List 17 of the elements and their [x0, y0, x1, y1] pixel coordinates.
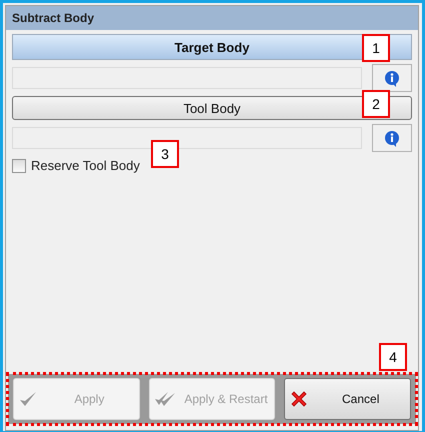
window-title: Subtract Body: [6, 6, 418, 30]
callout-number: 3: [151, 140, 179, 168]
callout-number: 1: [362, 34, 390, 62]
info-button[interactable]: [372, 124, 412, 152]
dialog-button[interactable]: Cancel: [284, 378, 412, 420]
callout-number: 4: [379, 343, 407, 371]
double-check-icon: [154, 390, 176, 408]
checkbox-label: Reserve Tool Body: [31, 158, 140, 173]
callout-number: 2: [362, 90, 390, 118]
checkbox[interactable]: [12, 158, 26, 172]
check-icon: [18, 390, 38, 408]
info-icon: [384, 130, 400, 146]
input-field[interactable]: [12, 127, 362, 149]
info-button[interactable]: [372, 64, 412, 92]
info-icon: [384, 70, 400, 86]
close-icon: [289, 389, 310, 409]
input-field[interactable]: [12, 67, 362, 89]
